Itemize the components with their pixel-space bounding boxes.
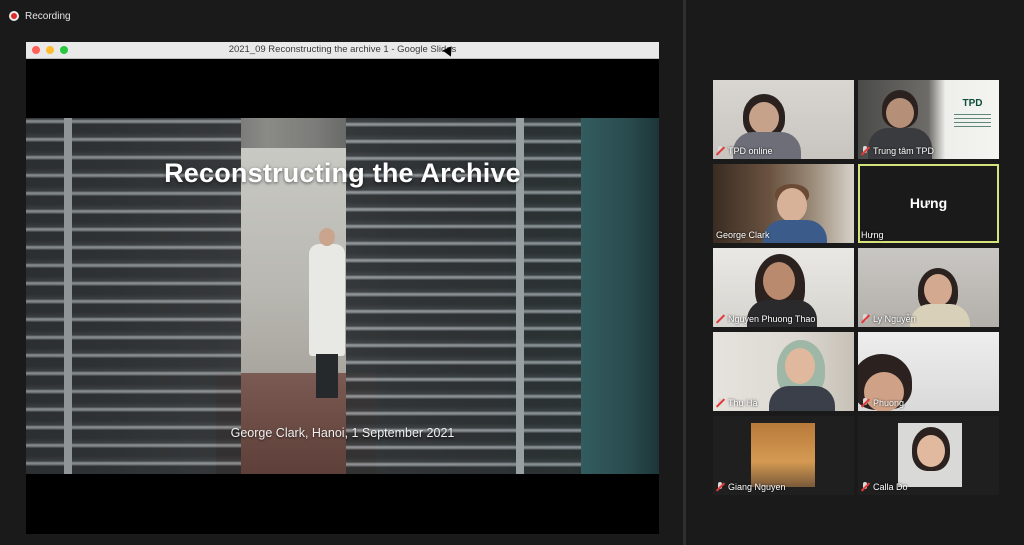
window-title: 2021_09 Reconstructing the archive 1 - G… bbox=[228, 44, 457, 55]
participant-name: Giang Nguyen bbox=[728, 482, 786, 492]
muted-mic-icon bbox=[861, 482, 870, 492]
muted-mic-icon bbox=[716, 314, 725, 324]
slide-caption: George Clark, Hanoi, 1 September 2021 bbox=[230, 426, 455, 440]
muted-mic-icon bbox=[716, 398, 725, 408]
participant-name: Ly Nguyễn bbox=[873, 314, 916, 324]
muted-mic-icon bbox=[861, 398, 870, 408]
panel-divider[interactable] bbox=[683, 0, 686, 545]
participant-tile[interactable]: Nguyen Phuong Thao bbox=[713, 248, 854, 327]
recording-indicator[interactable]: Recording bbox=[9, 9, 71, 23]
slide-title: Reconstructing the Archive bbox=[164, 158, 521, 188]
participant-name: Nguyen Phuong Thao bbox=[728, 314, 816, 324]
participant-tile[interactable]: TPD Trung tâm TPD bbox=[858, 80, 999, 159]
participant-tile[interactable]: George Clark bbox=[713, 164, 854, 243]
participant-name: Hưng bbox=[861, 230, 884, 240]
participant-name: Calla Do bbox=[873, 482, 908, 492]
muted-mic-icon bbox=[716, 482, 725, 492]
participant-tile[interactable]: Calla Do bbox=[858, 416, 999, 495]
participant-name: TPD online bbox=[728, 146, 773, 156]
tpd-logo: TPD bbox=[950, 88, 995, 134]
presentation-slide: Reconstructing the Archive George Clark,… bbox=[26, 118, 659, 474]
participant-name: Phuong bbox=[873, 398, 905, 408]
recording-icon bbox=[9, 11, 19, 21]
participant-tile[interactable]: Giang Nguyen bbox=[713, 416, 854, 495]
participant-display-name: Hưng bbox=[909, 195, 948, 211]
participant-tile[interactable]: TPD online bbox=[713, 80, 854, 159]
participant-name: Thu Hà bbox=[728, 398, 758, 408]
participant-tile[interactable]: Phuong bbox=[858, 332, 999, 411]
participant-tile-active-speaker[interactable]: Hưng Hưng bbox=[858, 164, 999, 243]
participant-photo bbox=[898, 423, 962, 487]
muted-mic-icon bbox=[861, 314, 870, 324]
muted-mic-icon bbox=[861, 146, 870, 156]
recording-label: Recording bbox=[25, 10, 71, 22]
participant-tile[interactable]: Ly Nguyễn bbox=[858, 248, 999, 327]
shared-screen-window: 2021_09 Reconstructing the archive 1 - G… bbox=[26, 42, 659, 534]
muted-mic-icon bbox=[716, 146, 725, 156]
participant-name: George Clark bbox=[716, 230, 770, 240]
participant-name: Trung tâm TPD bbox=[873, 146, 935, 156]
slide-photo-archivist bbox=[309, 228, 345, 398]
participant-photo bbox=[751, 423, 815, 487]
window-titlebar: 2021_09 Reconstructing the archive 1 - G… bbox=[26, 42, 659, 59]
participant-tile[interactable]: Thu Hà bbox=[713, 332, 854, 411]
